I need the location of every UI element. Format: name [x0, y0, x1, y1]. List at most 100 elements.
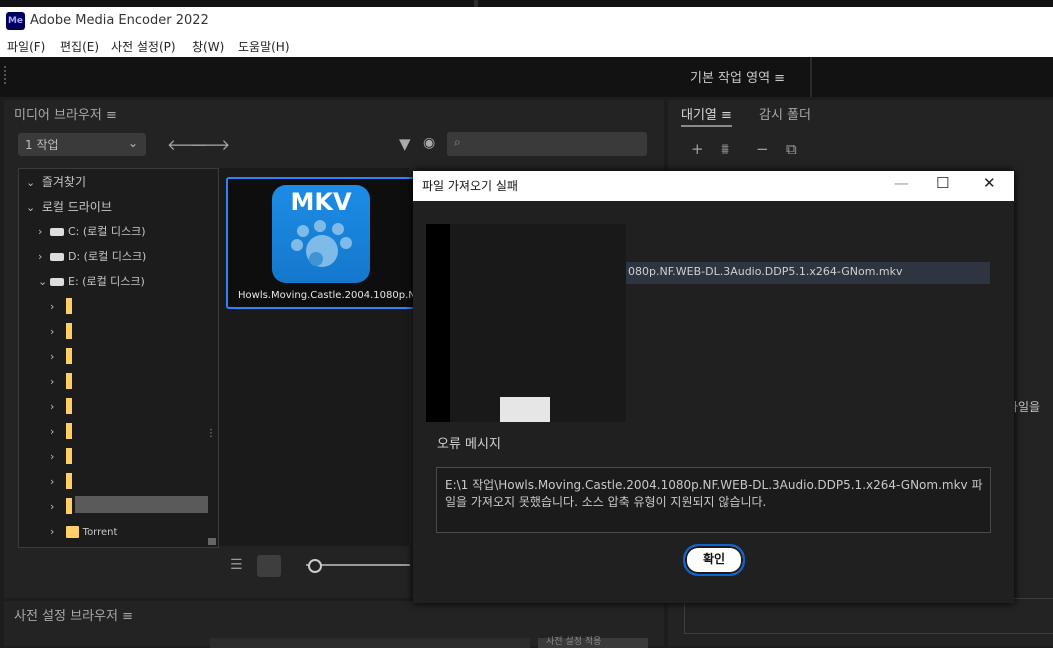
drive-icon: [50, 252, 64, 261]
tree-folder[interactable]: ›: [50, 323, 72, 339]
failed-file-name: 080p.NF.WEB-DL.3Audio.DDP5.1.x264-GNom.m…: [628, 265, 903, 278]
error-message-label: 오류 메시지: [437, 437, 501, 452]
tree-folder[interactable]: ›: [50, 498, 72, 514]
scrollbar[interactable]: [208, 538, 216, 545]
folder-icon: [65, 323, 72, 339]
tree-label: D: (로컬 디스크): [68, 250, 147, 263]
filter-icon[interactable]: ▼: [399, 135, 411, 153]
workspace-bar: [0, 57, 1053, 97]
menu-window[interactable]: 창(W): [192, 38, 224, 55]
ok-button[interactable]: 확인: [683, 544, 745, 576]
chevron-right-icon: ›: [50, 525, 55, 538]
tree-folder[interactable]: ›: [50, 373, 72, 389]
chevron-down-icon: ⌄: [26, 201, 36, 214]
tree-folder-torrent[interactable]: › Torrent: [50, 524, 117, 538]
search-icon: ⌕: [454, 135, 461, 149]
tab-watch-folders[interactable]: 감시 폴더: [759, 104, 811, 123]
forward-arrow-icon[interactable]: 🡒: [190, 135, 230, 154]
settings-sliders-icon[interactable]: ⩩: [721, 140, 729, 158]
tree-item-drive-c[interactable]: › C: (로컬 디스크): [38, 223, 146, 239]
close-icon[interactable]: ✕: [983, 174, 996, 192]
chevron-right-icon: ›: [50, 349, 55, 363]
workspace-switcher[interactable]: 기본 작업 영역 ≡: [690, 67, 785, 86]
chevron-right-icon: ›: [38, 225, 43, 238]
list-view-icon[interactable]: ☰: [230, 557, 243, 573]
maximize-icon[interactable]: ☐: [936, 174, 949, 192]
chevron-right-icon: ›: [50, 424, 55, 438]
tree-item-local-drives[interactable]: ⌄ 로컬 드라이브: [26, 198, 112, 215]
drive-icon: [50, 227, 64, 236]
tree-item-drive-d[interactable]: › D: (로컬 디스크): [38, 248, 146, 264]
add-source-icon[interactable]: +: [691, 140, 704, 158]
folder-icon: [65, 448, 72, 464]
apply-preset-button[interactable]: 사전 설정 적용: [538, 637, 648, 648]
tab-queue[interactable]: 대기열 ≡: [681, 104, 732, 127]
folder-icon: [65, 423, 72, 439]
mkv-label: MKV: [290, 188, 352, 216]
minimize-icon[interactable]: —: [894, 174, 909, 192]
tab-media-browser[interactable]: 미디어 브라우저 ≡: [14, 104, 117, 123]
thumbnail-filename: Howls.Moving.Castle.2004.1080p.NF...: [238, 290, 430, 301]
error-message-text: E:\1 작업\Howls.Moving.Castle.2004.1080p.N…: [445, 478, 983, 509]
drive-icon: [50, 277, 64, 286]
media-search-input[interactable]: ⌕: [447, 132, 647, 156]
folder-icon: [65, 525, 79, 538]
eye-icon[interactable]: ◉: [423, 135, 435, 151]
folder-icon: [65, 473, 72, 489]
zoom-slider-knob[interactable]: [308, 559, 322, 573]
folder-icon: [65, 373, 72, 389]
tree-label: C: (로컬 디스크): [68, 225, 146, 238]
grip-handle-icon[interactable]: [4, 66, 8, 84]
duplicate-icon[interactable]: ⧉: [786, 140, 797, 158]
remove-icon[interactable]: −: [756, 140, 769, 158]
chevron-right-icon: ›: [50, 499, 55, 513]
tree-folder[interactable]: ›: [50, 473, 72, 489]
tree-label: Torrent: [82, 527, 118, 538]
path-dropdown-value: 1 작업: [25, 138, 59, 152]
menu-edit[interactable]: 편집(E): [60, 38, 99, 55]
menu-presets[interactable]: 사전 설정(P): [111, 38, 176, 55]
chevron-right-icon: ›: [50, 299, 55, 313]
folder-icon: [65, 498, 72, 514]
dialog-preview-area: [426, 224, 626, 422]
chevron-right-icon: ›: [50, 374, 55, 388]
chevron-down-icon: ⌄: [127, 136, 138, 150]
dialog-title: 파일 가져오기 실패: [422, 179, 518, 193]
redacted-block: [500, 397, 550, 422]
splitter-handle-icon[interactable]: ⋮: [206, 428, 216, 439]
tree-folder[interactable]: ›: [50, 448, 72, 464]
chevron-right-icon: ›: [50, 474, 55, 488]
chevron-right-icon: ›: [50, 449, 55, 463]
tab-preset-browser[interactable]: 사전 설정 브라우저 ≡: [14, 605, 133, 624]
redacted-preview: [426, 224, 450, 422]
top-strip: [0, 0, 1053, 7]
menu-file[interactable]: 파일(F): [7, 38, 45, 55]
app-logo: Me: [6, 12, 25, 30]
tree-folder[interactable]: ›: [50, 298, 72, 314]
preset-search-input[interactable]: [210, 638, 530, 648]
tree-label: 즐겨찾기: [41, 175, 86, 189]
path-dropdown[interactable]: 1 작업 ⌄: [18, 133, 146, 156]
thumbnail-view-icon[interactable]: [257, 555, 281, 577]
tree-label: E: (로컬 디스크): [68, 275, 145, 288]
workspace-divider: [810, 57, 812, 97]
tree-item-drive-e[interactable]: ⌄ E: (로컬 디스크): [38, 273, 145, 289]
chevron-right-icon: ›: [50, 399, 55, 413]
menu-help[interactable]: 도움말(H): [238, 38, 290, 55]
tree-item-favorites[interactable]: ⌄ 즐겨찾기: [26, 173, 86, 190]
queue-footer: [684, 598, 1053, 634]
chevron-down-icon: ⌄: [38, 275, 48, 288]
app-title: Adobe Media Encoder 2022: [30, 13, 209, 28]
tree-folder[interactable]: ›: [50, 423, 72, 439]
tree-folder[interactable]: ›: [50, 398, 72, 414]
tree-label: 로컬 드라이브: [41, 200, 112, 214]
chevron-right-icon: ›: [38, 250, 43, 263]
folder-icon: [65, 348, 72, 364]
chevron-down-icon: ⌄: [26, 176, 36, 189]
redacted-folder-name: [75, 496, 208, 513]
menu-bar: 파일(F) 편집(E) 사전 설정(P) 창(W) 도움말(H): [0, 36, 1053, 57]
tree-folder[interactable]: ›: [50, 348, 72, 364]
chevron-right-icon: ›: [50, 324, 55, 338]
folder-icon: [65, 398, 72, 414]
folder-icon: [65, 298, 72, 314]
